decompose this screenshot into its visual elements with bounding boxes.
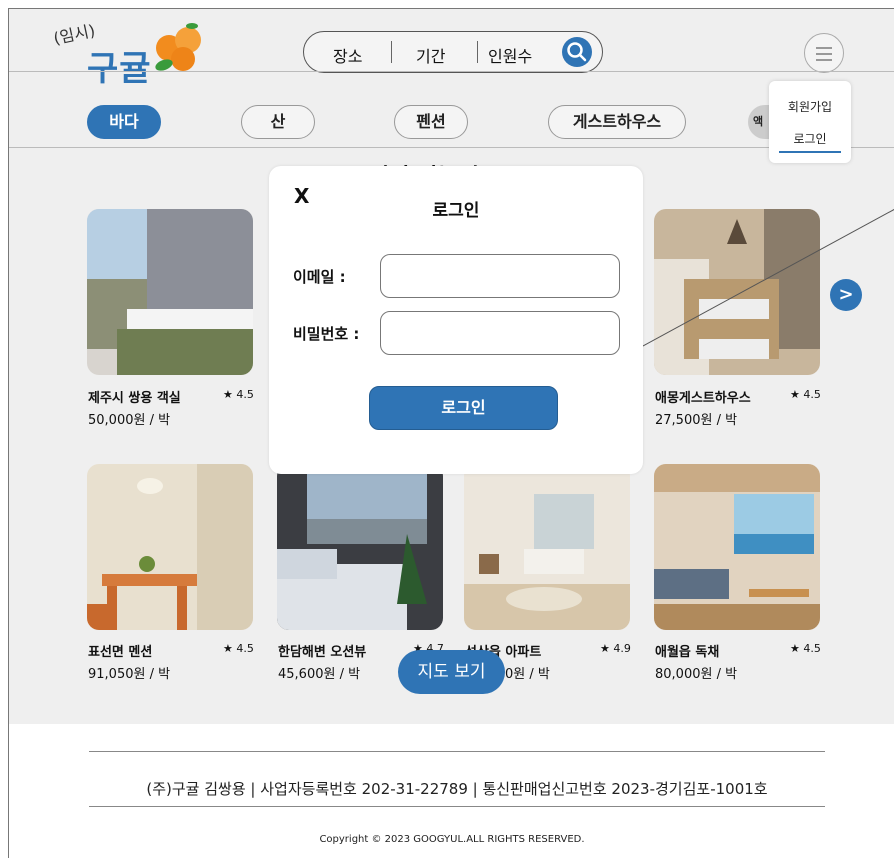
account-menu: 회원가입 로그인 bbox=[769, 81, 851, 163]
listing-price: 91,050원 / 박 bbox=[88, 667, 171, 682]
header-divider bbox=[9, 71, 894, 72]
menu-active-underline bbox=[779, 151, 841, 153]
login-modal: X 로그인 이메일 : 비밀번호 : 로그인 bbox=[269, 166, 643, 474]
search-divider bbox=[391, 41, 392, 63]
listing-price: 0원 / 박 bbox=[505, 667, 550, 682]
listing-photo[interactable] bbox=[87, 464, 253, 630]
listing-photo[interactable] bbox=[87, 209, 253, 375]
login-submit-button[interactable]: 로그인 bbox=[369, 386, 558, 430]
menu-bar-icon bbox=[816, 59, 832, 61]
listing-price: 27,500원 / 박 bbox=[655, 413, 738, 428]
listing-title[interactable]: 애몽게스트하우스 bbox=[655, 387, 751, 406]
next-arrow-button[interactable]: > bbox=[830, 279, 862, 311]
email-label: 이메일 : bbox=[293, 268, 346, 286]
footer-divider bbox=[89, 806, 825, 807]
footer-divider bbox=[89, 751, 825, 752]
listing-title[interactable]: 표선면 멘션 bbox=[88, 641, 152, 660]
category-guesthouse[interactable]: 게스트하우스 bbox=[548, 105, 686, 139]
category-sea[interactable]: 바다 bbox=[87, 105, 161, 139]
listing-title[interactable]: 제주시 쌍용 객실 bbox=[88, 387, 181, 406]
listing-photo[interactable] bbox=[464, 464, 630, 630]
listing-price: 80,000원 / 박 bbox=[655, 667, 738, 682]
search-divider bbox=[477, 41, 478, 63]
search-icon bbox=[567, 42, 587, 62]
hamburger-menu-button[interactable] bbox=[804, 33, 844, 73]
search-guests[interactable]: 인원수 bbox=[488, 43, 532, 67]
listing-photo[interactable] bbox=[654, 209, 820, 375]
menu-bar-icon bbox=[816, 47, 832, 49]
listing-rating: ★ 4.5 bbox=[790, 388, 821, 401]
tangerine-icon bbox=[155, 23, 201, 71]
search-bar[interactable]: 장소 기간 인원수 bbox=[303, 31, 603, 73]
listing-photo[interactable] bbox=[654, 464, 820, 630]
search-place[interactable]: 장소 bbox=[333, 43, 362, 67]
listing-price: 50,000원 / 박 bbox=[88, 413, 171, 428]
modal-title: 로그인 bbox=[432, 201, 480, 221]
menu-bar-icon bbox=[816, 53, 832, 55]
footer: (주)구귤 김쌍용 | 사업자등록번호 202-31-22789 | 통신판매업… bbox=[9, 724, 894, 858]
password-label: 비밀번호 : bbox=[293, 325, 360, 343]
password-field[interactable] bbox=[380, 311, 620, 355]
listing-rating: ★ 4.5 bbox=[223, 642, 254, 655]
search-period[interactable]: 기간 bbox=[416, 43, 445, 67]
category-mountain[interactable]: 산 bbox=[241, 105, 315, 139]
listing-photo[interactable] bbox=[277, 464, 443, 630]
map-view-button[interactable]: 지도 보기 bbox=[398, 650, 505, 694]
listing-rating: ★ 4.9 bbox=[600, 642, 631, 655]
menu-item-login[interactable]: 로그인 bbox=[769, 130, 851, 147]
footer-company-info: (주)구귤 김쌍용 | 사업자등록번호 202-31-22789 | 통신판매업… bbox=[146, 780, 768, 798]
category-divider bbox=[9, 147, 894, 148]
logo-text[interactable]: 구귤 bbox=[87, 41, 152, 90]
menu-item-signup[interactable]: 회원가입 bbox=[769, 98, 851, 115]
email-field[interactable] bbox=[380, 254, 620, 298]
search-button[interactable] bbox=[562, 37, 592, 67]
listing-title[interactable]: 한담해변 오션뷰 bbox=[278, 641, 366, 660]
listing-price: 45,600원 / 박 bbox=[278, 667, 361, 682]
listing-title[interactable]: 애월읍 독채 bbox=[655, 641, 719, 660]
listing-rating: ★ 4.5 bbox=[223, 388, 254, 401]
listing-rating: ★ 4.5 bbox=[790, 642, 821, 655]
category-pension[interactable]: 펜션 bbox=[394, 105, 468, 139]
copyright-text: Copyright © 2023 GOOGYUL.ALL RIGHTS RESE… bbox=[319, 834, 585, 845]
page-frame: (임시) 구귤 장소 기간 인원수 바다 산 펜션 게스트하우스 액 인기 있는… bbox=[8, 8, 894, 858]
